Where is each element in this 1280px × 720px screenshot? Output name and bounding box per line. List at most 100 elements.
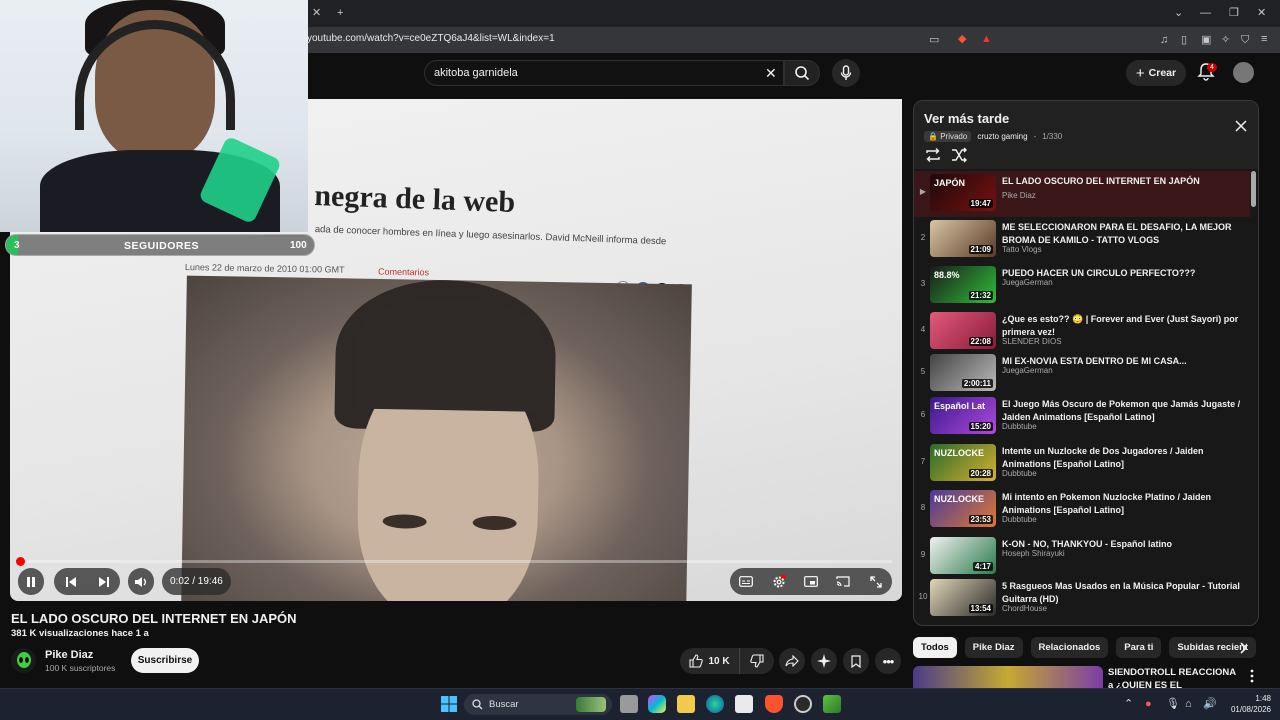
search-button[interactable] [784,60,820,86]
file-explorer-icon[interactable] [677,695,695,713]
playlist-item-thumbnail[interactable]: NUZLOCKE 20:28 [930,444,996,481]
clear-search-icon[interactable]: ✕ [765,65,777,82]
playlist-item-thumbnail[interactable]: 22:08 [930,312,996,349]
playlist-item[interactable]: 4 22:08 ¿Que es esto?? 😳 | Forever and Eve… [914,309,1250,355]
playlist-item-thumbnail[interactable]: 2:00:11 [930,354,996,391]
obs-icon[interactable] [794,695,812,713]
playlist-item-thumbnail[interactable]: Español Lat 15:20 [930,397,996,434]
windows-start-icon[interactable] [440,695,458,713]
playlist-item-title[interactable]: 5 Rasgueos Mas Usados en la Música Popul… [1002,580,1242,606]
leo-icon[interactable]: ✧ [1221,33,1230,47]
settings-button[interactable] [766,569,792,595]
taskbar-clock[interactable]: 1:48 01/08/2026 [1227,693,1271,715]
miniplayer-button[interactable] [798,569,824,595]
filter-chip[interactable]: Todos [913,637,957,658]
playlist-item[interactable]: 5 2:00:11 MI EX-NOVIA ESTA DENTRO DE MI CA… [914,351,1250,397]
account-avatar[interactable] [1233,62,1254,83]
cast-icon[interactable]: ▭ [929,33,939,47]
chips-next-button[interactable] [1236,640,1252,656]
menu-icon[interactable]: ≡ [1261,32,1267,46]
ask-ai-button[interactable] [811,648,837,674]
recommendation-thumbnail[interactable] [913,666,1103,688]
taskbar-search[interactable]: Buscar [464,694,612,715]
volume-button[interactable] [128,568,154,595]
filter-chip[interactable]: Para ti [1116,637,1162,658]
playlist-item[interactable]: 2 21:09 ME SELECCIONARON PARA EL DESAFIO, … [914,217,1250,263]
search-value[interactable]: akitoba garnidela [434,67,518,79]
more-vertical-icon[interactable] [1247,668,1257,684]
playlist-item[interactable]: 6 Español Lat 15:20 El Juego Más Oscuro de … [914,394,1250,440]
loop-icon[interactable] [924,147,942,163]
playlist-item-title[interactable]: ME SELECCIONARON PARA EL DESAFIO, LA MEJ… [1002,221,1242,247]
playlist-item[interactable]: 8 NUZLOCKE 23:53 Mi intento en Pokemon Nuzl… [914,487,1250,533]
playlist-item-thumbnail[interactable]: 13:54 [930,579,996,616]
tab-search-icon[interactable]: ⌄ [1174,6,1183,20]
maximize-icon[interactable]: ❐ [1229,6,1239,20]
fullscreen-button[interactable] [863,569,889,595]
filter-chip[interactable]: Pike Diaz [964,637,1023,658]
playlist-item-title[interactable]: ¿Que es esto?? 😳 | Forever and Ever (Jus… [1002,313,1242,339]
previous-button[interactable] [58,569,84,595]
subtitles-button[interactable] [733,569,759,595]
sidebar-icon[interactable]: ▯ [1181,33,1187,47]
playlist-item[interactable]: 7 NUZLOCKE 20:28 Intente un Nuzlocke de Dos… [914,441,1250,487]
like-button[interactable]: 10 K [680,648,740,674]
tray-chevron-icon[interactable]: ⌃ [1124,697,1133,711]
task-view-icon[interactable] [620,695,638,713]
playlist-item-thumbnail[interactable]: 4:17 [930,537,996,574]
window-close-icon[interactable]: ✕ [1257,6,1266,20]
close-tab-icon[interactable]: ✕ [312,6,321,20]
cast-button[interactable] [830,569,856,595]
dislike-button[interactable] [740,648,774,674]
progress-scrubber[interactable] [16,557,25,566]
create-button[interactable]: + Crear [1126,60,1186,86]
minecraft-icon[interactable] [823,695,841,713]
playlist-item-thumbnail[interactable]: NUZLOCKE 23:53 [930,490,996,527]
rewards-icon[interactable]: ▲ [981,32,992,46]
voice-search-button[interactable] [832,59,860,87]
playlist-item[interactable]: 10 13:54 5 Rasgueos Mas Usados en la Músic… [914,576,1250,622]
wallet-icon[interactable]: ▣ [1201,33,1211,47]
playlist-item-thumbnail[interactable]: 88.8% 21:32 [930,266,996,303]
channel-avatar[interactable] [11,648,36,673]
progress-bar[interactable] [20,560,892,563]
brave-shield-icon[interactable]: ◆ [958,32,966,46]
tray-network-icon[interactable]: ⌂ [1185,697,1192,711]
playlist-scrollbar[interactable] [1251,171,1256,207]
filter-chip[interactable]: Relacionados [1030,637,1109,658]
playlist-item-title[interactable]: Intente un Nuzlocke de Dos Jugadores / J… [1002,445,1242,471]
search-input[interactable]: akitoba garnidela ✕ [424,60,784,86]
share-button[interactable] [779,648,805,674]
pause-button[interactable] [18,568,44,595]
subscribe-button[interactable]: Suscribirse [131,648,199,673]
playlist-item-title[interactable]: Mi intento en Pokemon Nuzlocke Platino /… [1002,491,1242,517]
playlist-title[interactable]: Ver más tarde [924,111,1009,126]
tray-mic-icon[interactable]: 🎙 [1166,697,1180,711]
playlist-item-thumbnail[interactable]: 21:09 [930,220,996,257]
playlist-owner[interactable]: cruzto gaming [977,132,1027,141]
shuffle-icon[interactable] [950,147,968,163]
more-actions-button[interactable]: ••• [875,648,901,674]
playlist-item-title[interactable]: El Juego Más Oscuro de Pokemon que Jamás… [1002,398,1242,424]
url-text[interactable]: youtube.com/watch?v=ce0eZTQ6aJ4&list=WL&… [307,33,555,44]
playlist-item[interactable]: 9 4:17 K-ON - NO, THANKYOU - Español latin… [914,534,1250,580]
minimize-icon[interactable]: — [1200,6,1211,20]
playlist-item[interactable]: ▶ JAPÓN 19:47 EL LADO OSCURO DEL INTERNET E… [914,171,1250,217]
vpn-icon[interactable]: ⛉ [1241,33,1249,47]
next-button[interactable] [91,569,117,595]
copilot-icon[interactable] [648,695,666,713]
playlist-item-thumbnail[interactable]: JAPÓN 19:47 [930,174,996,211]
tray-app-icon[interactable]: ● [1145,697,1152,711]
close-playlist-button[interactable] [1232,117,1250,135]
tray-volume-icon[interactable]: 🔊 [1203,697,1217,711]
playlist-item[interactable]: 3 88.8% 21:32 PUEDO HACER UN CIRCULO PERFEC… [914,263,1250,309]
playlist-item-title[interactable]: EL LADO OSCURO DEL INTERNET EN JAPÓN [1002,175,1242,188]
media-icon[interactable]: ♫ [1160,33,1168,47]
video-meta[interactable]: 381 K visualizaciones hace 1 a [11,628,149,639]
edge-icon[interactable] [706,695,724,713]
new-tab-icon[interactable]: + [337,6,343,20]
save-button[interactable] [843,648,869,674]
store-icon[interactable] [735,695,753,713]
channel-name[interactable]: Pike Diaz [45,649,93,661]
brave-icon[interactable] [765,695,783,713]
